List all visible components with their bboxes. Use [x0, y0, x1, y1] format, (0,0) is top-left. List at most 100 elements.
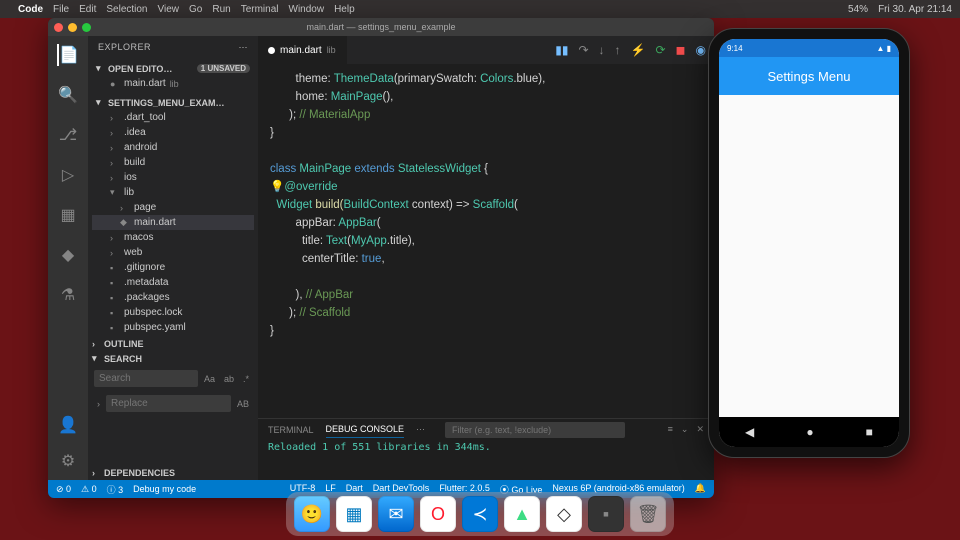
t: theme: [270, 73, 334, 85]
file-pubspec-yaml[interactable]: ▪pubspec.yaml [92, 320, 254, 335]
dock-mail-icon[interactable]: ✉ [378, 496, 414, 532]
dock-app2-icon[interactable]: ▪ [588, 496, 624, 532]
panel-collapse-icon[interactable]: ⌄ [681, 424, 689, 435]
folder-dart-tool[interactable]: ›.dart_tool [92, 110, 254, 125]
menu-help[interactable]: Help [334, 4, 355, 15]
outline-section[interactable]: ›OUTLINE [88, 337, 258, 351]
dock-trello-icon[interactable]: ▦ [336, 496, 372, 532]
folder-ios[interactable]: ›ios [92, 170, 254, 185]
code-editor[interactable]: theme: ThemeData(primarySwatch: Colors.b… [258, 64, 714, 418]
menu-edit[interactable]: Edit [79, 4, 96, 15]
window-minimize-icon[interactable] [68, 23, 77, 32]
file-gitignore[interactable]: ▪.gitignore [92, 260, 254, 275]
debug-step-over-icon[interactable]: ↷ [578, 43, 588, 57]
panel-clear-icon[interactable]: ≡ [668, 424, 673, 435]
debug-pause-icon[interactable]: ▮▮ [555, 43, 568, 57]
tab-terminal[interactable]: TERMINAL [268, 422, 314, 438]
t: (), [383, 91, 394, 103]
open-editors-section[interactable]: ▾ OPEN EDITO… 1 UNSAVED [92, 61, 254, 76]
panel-more-icon[interactable]: ⋯ [416, 421, 425, 438]
menu-file[interactable]: File [53, 4, 69, 15]
t: StatelessWidget [398, 163, 481, 175]
file-metadata[interactable]: ▪.metadata [92, 275, 254, 290]
debug-step-into-icon[interactable]: ↓ [599, 43, 605, 57]
menu-run[interactable]: Run [212, 4, 230, 15]
nav-recent-icon[interactable]: ■ [866, 425, 873, 439]
window-titlebar: main.dart — settings_menu_example [48, 18, 714, 36]
status-debug-target[interactable]: Debug my code [133, 484, 196, 494]
dock-finder-icon[interactable]: 🙂 [294, 496, 330, 532]
sidebar-more-icon[interactable]: ⋯ [239, 42, 249, 53]
status-errors[interactable]: ⊘ 0 [56, 484, 71, 495]
run-debug-icon[interactable]: ▷ [57, 164, 79, 186]
folder-build[interactable]: ›build [92, 155, 254, 170]
dirty-indicator-icon [268, 47, 275, 54]
flutter-icon[interactable]: ◆ [57, 244, 79, 266]
t: MainPage [331, 91, 383, 103]
file-main-dart[interactable]: ◆main.dart [92, 215, 254, 230]
expand-replace-icon[interactable]: › [94, 398, 103, 410]
test-icon[interactable]: ⚗ [57, 284, 79, 306]
dock-trash-icon[interactable]: 🗑 [630, 496, 666, 532]
tab-main-dart[interactable]: main.dart lib [258, 36, 347, 64]
menu-window[interactable]: Window [289, 4, 325, 15]
folder-android[interactable]: ›android [92, 140, 254, 155]
project-section[interactable]: ▾ SETTINGS_MENU_EXAM… [92, 95, 254, 110]
source-control-icon[interactable]: ⎇ [57, 124, 79, 146]
phone-body[interactable] [719, 95, 899, 417]
tab-debug-console[interactable]: DEBUG CONSOLE [326, 421, 405, 438]
folder-page[interactable]: ›page [92, 200, 254, 215]
t: build( [312, 199, 343, 211]
filter-input[interactable] [445, 422, 625, 438]
window-zoom-icon[interactable] [82, 23, 91, 32]
status-warnings[interactable]: ⚠ 0 [81, 484, 97, 495]
explorer-icon[interactable]: 📄 [57, 44, 79, 66]
search-input[interactable] [94, 370, 198, 387]
dock-android-studio-icon[interactable]: ▲ [504, 496, 540, 532]
dock-vscode-icon[interactable]: ≺ [462, 496, 498, 532]
whole-word-icon[interactable]: ab [221, 373, 237, 385]
preserve-case-icon[interactable]: AB [234, 398, 252, 410]
lightbulb-icon[interactable]: 💡 [270, 181, 284, 193]
chevron-right-icon: › [92, 468, 100, 478]
debug-step-out-icon[interactable]: ↑ [615, 43, 621, 57]
menu-terminal[interactable]: Terminal [241, 4, 279, 15]
debug-console-output[interactable]: Reloaded 1 of 551 libraries in 344ms. [258, 440, 714, 480]
dependencies-section[interactable]: ›DEPENDENCIES [88, 466, 258, 480]
search-icon[interactable]: 🔍 [57, 84, 79, 106]
devtools-icon[interactable]: ◉ [696, 43, 706, 57]
folder-lib[interactable]: ▾lib [92, 185, 254, 200]
folder-web[interactable]: ›web [92, 245, 254, 260]
status-info[interactable]: ⓘ 3 [107, 483, 124, 496]
panel-close-icon[interactable]: ✕ [696, 424, 704, 435]
match-case-icon[interactable]: Aa [201, 373, 218, 385]
open-editor-file[interactable]: ● main.dart lib [92, 76, 254, 91]
nav-back-icon[interactable]: ◀ [745, 425, 754, 439]
menu-go[interactable]: Go [189, 4, 202, 15]
dock-opera-icon[interactable]: O [420, 496, 456, 532]
status-bell-icon[interactable]: 🔔 [695, 483, 706, 496]
extensions-icon[interactable]: ▦ [57, 204, 79, 226]
menu-view[interactable]: View [158, 4, 180, 15]
folder-macos[interactable]: ›macos [92, 230, 254, 245]
hot-restart-icon[interactable]: ⟳ [655, 43, 665, 57]
regex-icon[interactable]: .* [240, 373, 252, 385]
t: } [270, 127, 274, 139]
settings-gear-icon[interactable]: ⚙ [57, 450, 79, 472]
replace-input[interactable] [106, 395, 231, 412]
t: centerTitle: [270, 253, 362, 265]
window-close-icon[interactable] [54, 23, 63, 32]
account-icon[interactable]: 👤 [57, 414, 79, 436]
dock-app-icon[interactable]: ◇ [546, 496, 582, 532]
file-packages[interactable]: ▪.packages [92, 290, 254, 305]
search-section[interactable]: ▾SEARCH [88, 351, 258, 366]
debug-stop-icon[interactable]: ◼ [676, 43, 686, 57]
appbar-title: Settings Menu [767, 69, 850, 84]
chevron-right-icon: › [110, 113, 120, 123]
folder-idea[interactable]: ›.idea [92, 125, 254, 140]
app-name[interactable]: Code [18, 4, 43, 15]
file-pubspec-lock[interactable]: ▪pubspec.lock [92, 305, 254, 320]
menu-selection[interactable]: Selection [106, 4, 147, 15]
hot-reload-icon[interactable]: ⚡ [631, 43, 646, 57]
nav-home-icon[interactable]: ● [806, 425, 813, 439]
